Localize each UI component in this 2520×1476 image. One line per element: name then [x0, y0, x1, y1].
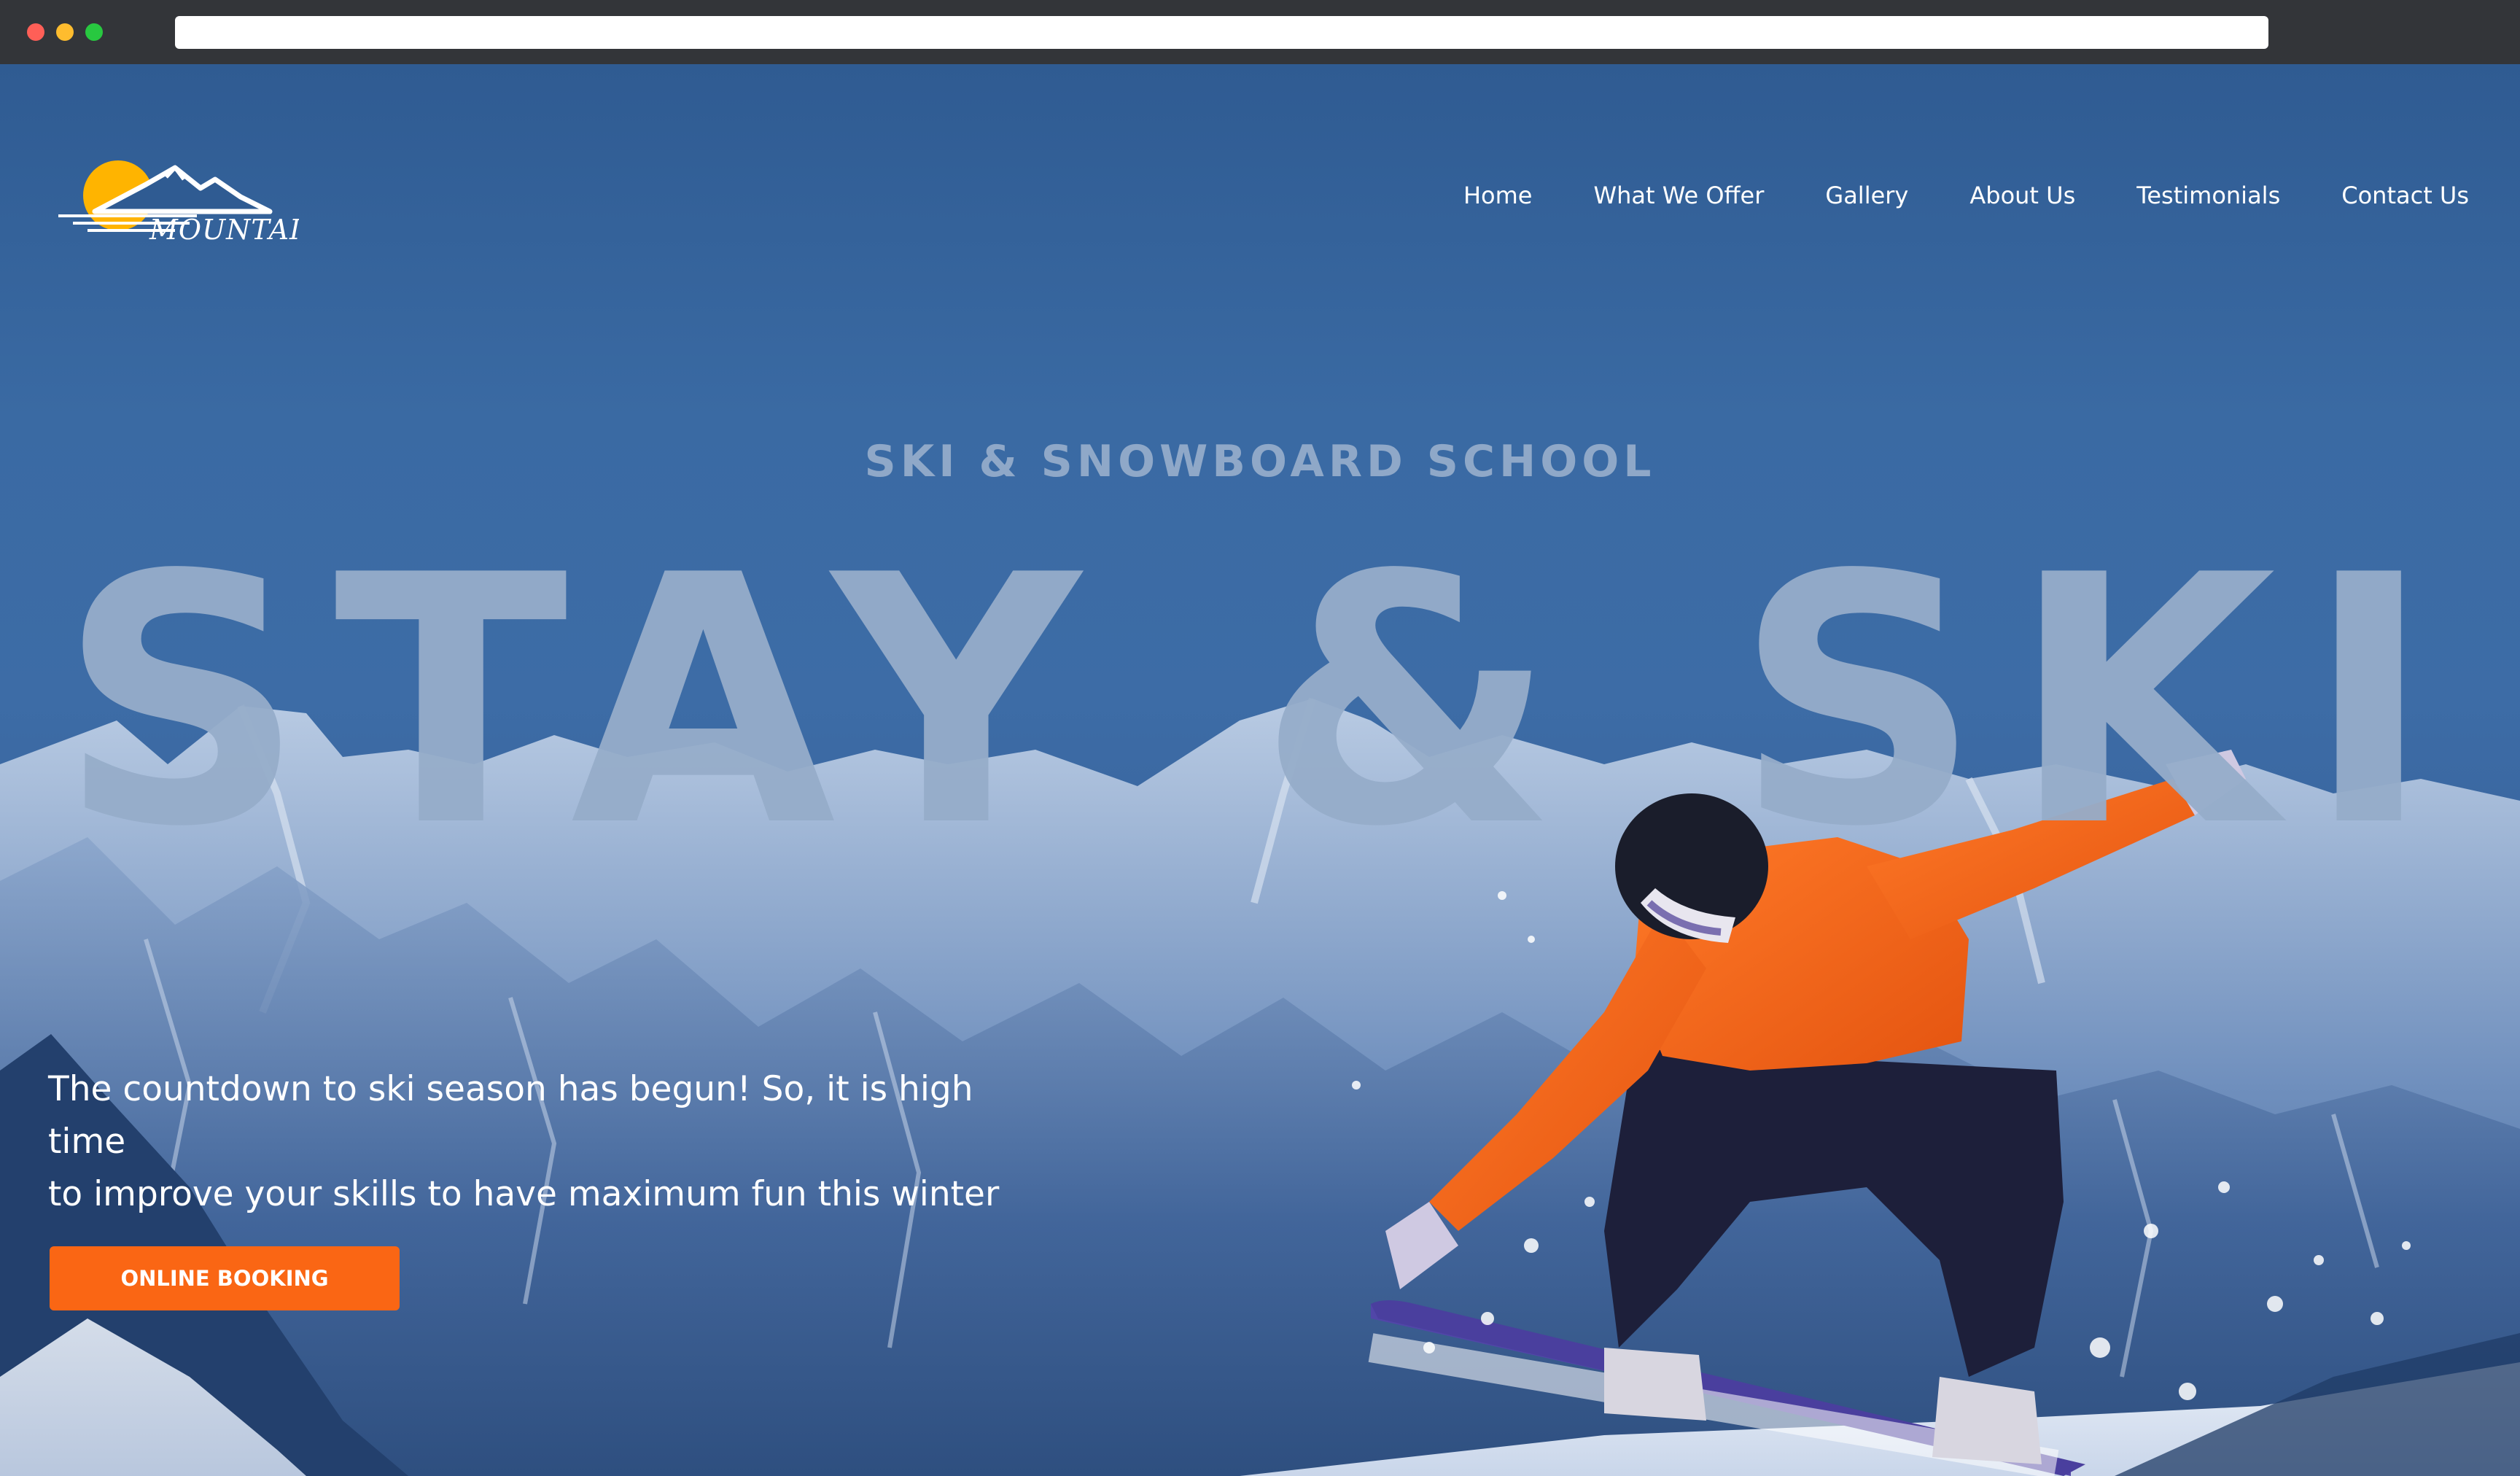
address-bar[interactable]: [175, 16, 2268, 49]
hero-tagline-line-1: The countdown to ski season has begun! S…: [48, 1069, 973, 1162]
main-nav: Home What We Offer Gallery About Us Test…: [1402, 174, 2469, 217]
online-booking-button[interactable]: ONLINE BOOKING: [50, 1246, 400, 1310]
hero-title: STAY & SKI: [58, 502, 2462, 901]
nav-item-about-us[interactable]: About Us: [1969, 174, 2075, 217]
hero-tagline-line-2: to improve your skills to have maximum f…: [48, 1174, 1000, 1214]
nav-item-home[interactable]: Home: [1463, 174, 1533, 217]
nav-item-what-we-offer[interactable]: What We Offer: [1593, 174, 1764, 217]
hero-section: MOUNTAIN Home What We Offer Gallery Abou…: [0, 64, 2520, 1476]
window-maximize-button[interactable]: [85, 23, 103, 41]
nav-item-contact-us[interactable]: Contact Us: [2341, 174, 2469, 217]
window-minimize-button[interactable]: [56, 23, 74, 41]
logo-text: MOUNTAIN: [149, 214, 299, 246]
nav-item-gallery[interactable]: Gallery: [1825, 174, 1908, 217]
browser-chrome: [0, 0, 2520, 64]
hero-tagline: The countdown to ski season has begun! S…: [48, 1063, 1025, 1221]
mountain-logo[interactable]: MOUNTAIN: [51, 144, 299, 246]
window-close-button[interactable]: [27, 23, 44, 41]
nav-item-testimonials[interactable]: Testimonials: [2136, 174, 2280, 217]
hero-kicker: SKI & SNOWBOARD SCHOOL: [864, 436, 1656, 487]
